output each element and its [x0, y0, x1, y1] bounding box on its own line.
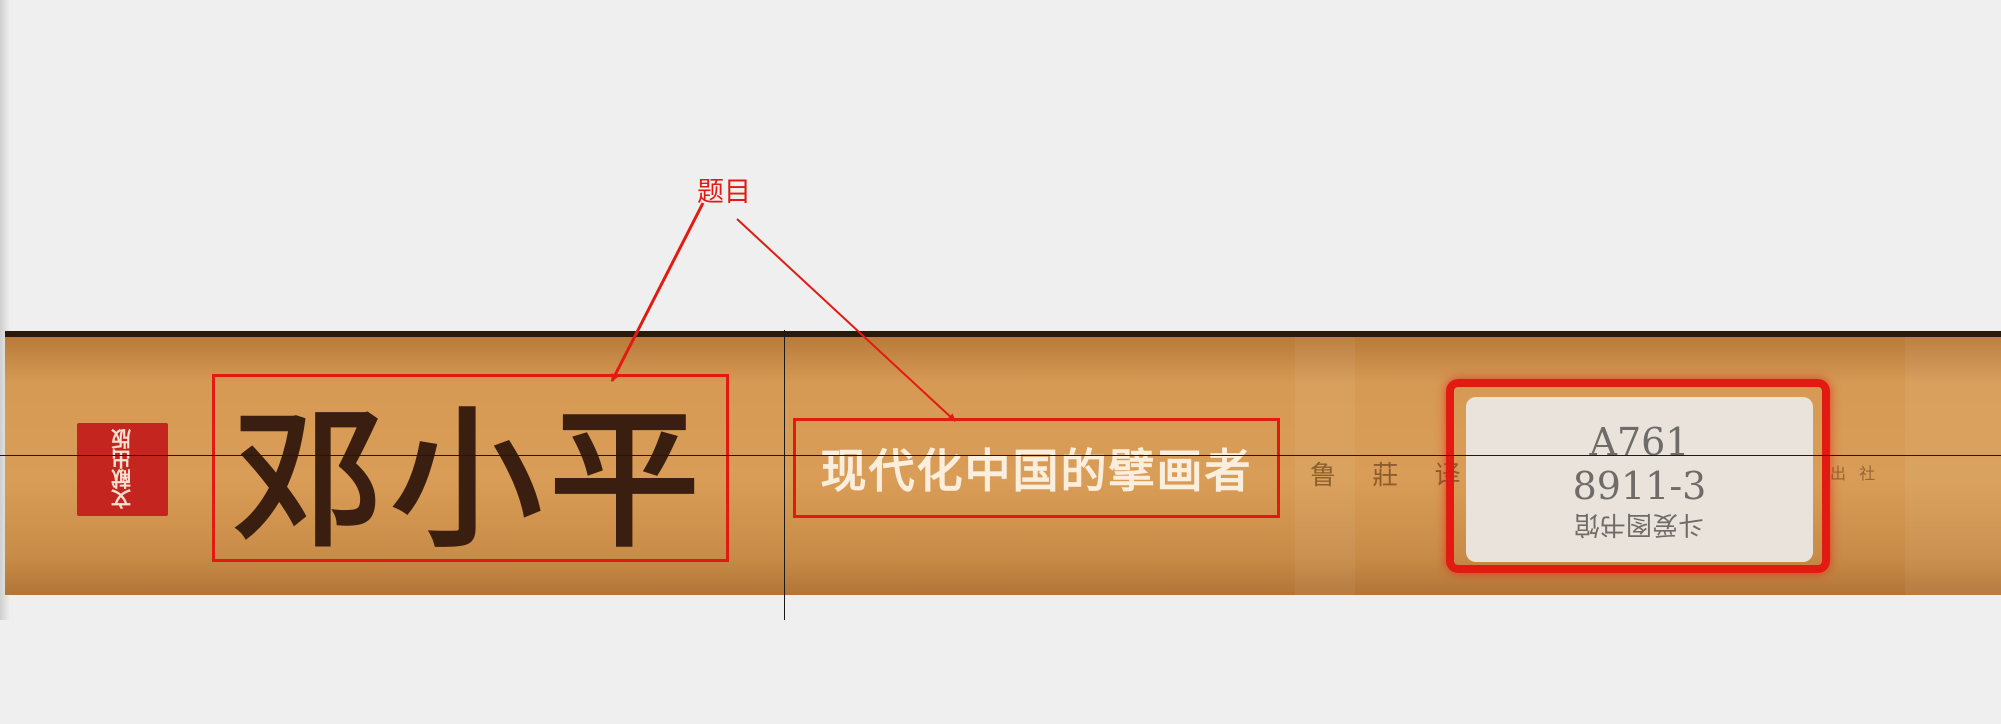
annotation-arrows — [610, 202, 956, 422]
crosshair-vertical — [784, 330, 785, 620]
arrow-to-subtitle — [736, 218, 956, 422]
arrow-to-title — [610, 202, 705, 382]
crosshair-horizontal — [0, 455, 2001, 456]
